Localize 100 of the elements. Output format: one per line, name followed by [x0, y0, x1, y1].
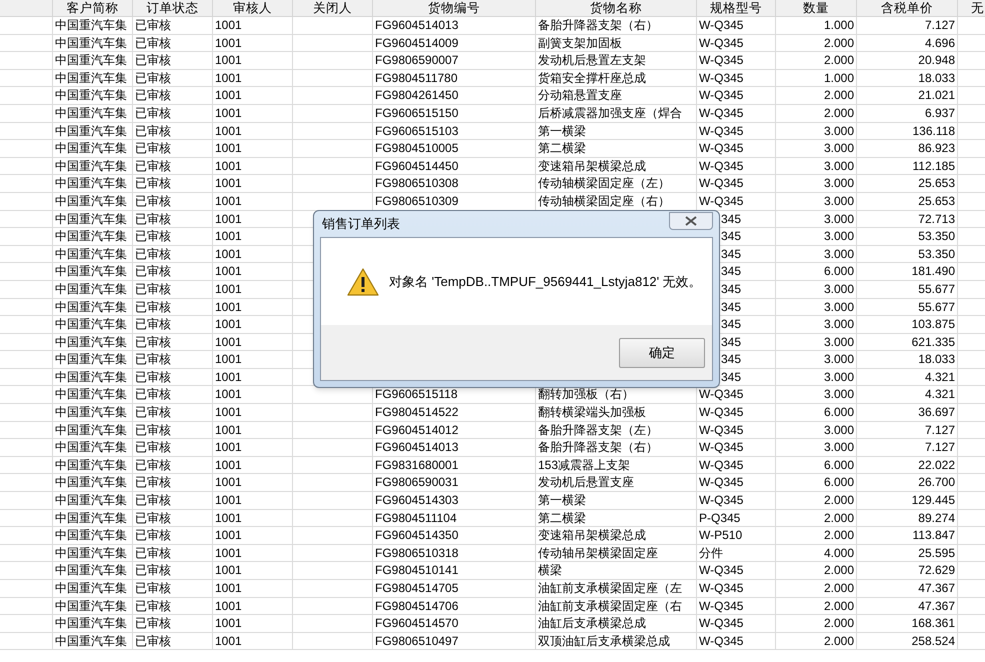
- table-cell: 1001: [213, 158, 293, 174]
- table-cell: 已审核: [133, 316, 213, 333]
- table-cell: W-Q345: [697, 122, 776, 140]
- table-cell: W-Q345: [697, 158, 776, 174]
- table-cell: 已审核: [133, 492, 213, 509]
- table-cell: 1001: [213, 404, 293, 421]
- table-cell: 55.677: [857, 298, 958, 316]
- table-cell: P-Q345: [697, 510, 776, 526]
- table-cell: 已审核: [133, 280, 213, 298]
- ok-button[interactable]: 确定: [619, 338, 705, 368]
- table-cell: 25.595: [857, 544, 958, 562]
- table-cell: 1001: [213, 632, 293, 650]
- table-cell: W-Q345: [697, 140, 776, 157]
- table-cell: 中国重汽车集: [53, 492, 133, 509]
- table-cell: 中国重汽车集: [53, 263, 133, 280]
- column-header[interactable]: 关闭人: [293, 0, 373, 16]
- table-cell: FG9804511104: [373, 510, 536, 526]
- table-cell: FG9604514303: [373, 492, 536, 509]
- table-cell: 26.700: [857, 474, 958, 492]
- table-cell: 1001: [213, 615, 293, 632]
- table-cell: 1001: [213, 280, 293, 298]
- table-cell: 6.000: [776, 474, 857, 492]
- table-cell: FG9804514705: [373, 580, 536, 597]
- column-header[interactable]: 货物名称: [536, 0, 697, 16]
- table-cell: 已审核: [133, 246, 213, 262]
- table-cell: 已审核: [133, 368, 213, 386]
- table-cell: W-Q345: [697, 17, 776, 34]
- column-header[interactable]: 审核人: [213, 0, 293, 16]
- table-cell: 3.000: [776, 368, 857, 386]
- table-cell: 129.445: [857, 492, 958, 509]
- table-cell: FG9604514350: [373, 527, 536, 544]
- table-cell: FG9604514013: [373, 17, 536, 34]
- table-cell: FG9604514450: [373, 158, 536, 174]
- table-cell: 中国重汽车集: [53, 34, 133, 52]
- table-cell: FG9804514706: [373, 598, 536, 614]
- table-cell: W-Q345: [697, 456, 776, 474]
- column-header[interactable]: 规格型号: [697, 0, 776, 16]
- table-cell: 油缸前支承横梁固定座（右: [536, 598, 697, 614]
- table-cell: 3.000: [776, 158, 857, 174]
- table-cell: 1001: [213, 87, 293, 104]
- table-cell: 横梁: [536, 562, 697, 579]
- table-cell: 双顶油缸后支承横梁总成: [536, 632, 697, 650]
- table-cell: FG9804514522: [373, 404, 536, 421]
- table-cell: 中国重汽车集: [53, 87, 133, 104]
- table-cell: 2.000: [776, 52, 857, 69]
- table-cell: 1001: [213, 246, 293, 262]
- table-cell: 3.000: [776, 122, 857, 140]
- table-cell: FG9804261450: [373, 87, 536, 104]
- table-cell: 中国重汽车集: [53, 615, 133, 632]
- table-cell: 发动机后悬置左支架: [536, 52, 697, 69]
- table-cell: 中国重汽车集: [53, 351, 133, 368]
- close-button[interactable]: [669, 212, 713, 230]
- table-cell: 112.185: [857, 158, 958, 174]
- table-cell: 3.000: [776, 386, 857, 404]
- table-cell: FG9804510005: [373, 140, 536, 157]
- table-cell: W-Q345: [697, 439, 776, 456]
- column-header[interactable]: 客户简称: [53, 0, 133, 16]
- column-header[interactable]: 订单状态: [133, 0, 213, 16]
- table-cell: 7.127: [857, 422, 958, 438]
- table-cell: 7.127: [857, 439, 958, 456]
- table-cell: 中国重汽车集: [53, 439, 133, 456]
- column-header[interactable]: 无: [958, 0, 985, 16]
- table-cell: 72.629: [857, 562, 958, 579]
- table-cell: 1001: [213, 598, 293, 614]
- table-cell: 21.021: [857, 87, 958, 104]
- table-cell: 20.948: [857, 52, 958, 69]
- table-cell: 181.490: [857, 263, 958, 280]
- table-cell: 中国重汽车集: [53, 632, 133, 650]
- table-cell: 已审核: [133, 34, 213, 52]
- table-cell: 3.000: [776, 280, 857, 298]
- table-cell: 1001: [213, 580, 293, 597]
- table-cell: 25.653: [857, 192, 958, 210]
- table-cell: 已审核: [133, 158, 213, 174]
- table-cell: W-Q345: [697, 615, 776, 632]
- table-cell: 2.000: [776, 615, 857, 632]
- table-cell: 中国重汽车集: [53, 192, 133, 210]
- table-cell: 6.000: [776, 404, 857, 421]
- table-cell: 中国重汽车集: [53, 386, 133, 404]
- table-cell: FG9806590031: [373, 474, 536, 492]
- table-cell: 1001: [213, 70, 293, 86]
- table-cell: 22.022: [857, 456, 958, 474]
- column-header[interactable]: 含税单价: [857, 0, 958, 16]
- table-cell: 3.000: [776, 316, 857, 333]
- column-header[interactable]: 数量: [776, 0, 857, 16]
- table-cell: 3.000: [776, 228, 857, 245]
- table-cell: 1001: [213, 334, 293, 350]
- table-cell: 翻转横梁端头加强板: [536, 404, 697, 421]
- column-header[interactable]: 货物编号: [373, 0, 536, 16]
- table-cell: 1001: [213, 228, 293, 245]
- table-cell: 2.000: [776, 87, 857, 104]
- table-cell: 传动轴横梁固定座（左）: [536, 175, 697, 192]
- table-cell: 3.000: [776, 298, 857, 316]
- table-cell: 油缸前支承横梁固定座（左: [536, 580, 697, 597]
- table-cell: 1001: [213, 34, 293, 52]
- table-cell: 86.923: [857, 140, 958, 157]
- table-cell: 中国重汽车集: [53, 280, 133, 298]
- table-cell: 18.033: [857, 351, 958, 368]
- table-cell: 中国重汽车集: [53, 527, 133, 544]
- table-cell: FG9806590007: [373, 52, 536, 69]
- table-cell: 第一横梁: [536, 492, 697, 509]
